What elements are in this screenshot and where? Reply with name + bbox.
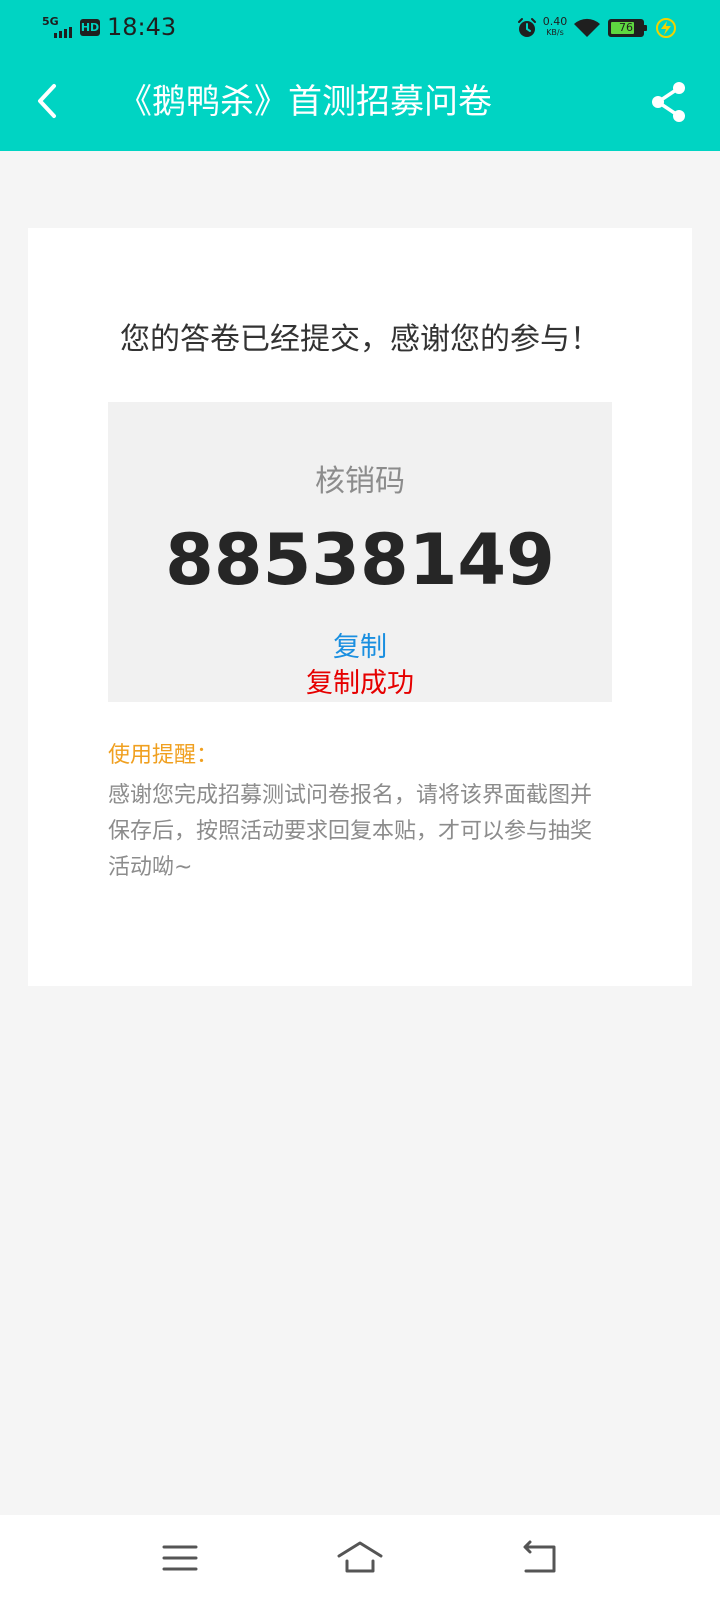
copy-button[interactable]: 复制 bbox=[310, 630, 410, 666]
status-time: 18:43 bbox=[107, 13, 177, 41]
chevron-left-icon bbox=[38, 84, 56, 118]
menu-button[interactable] bbox=[155, 1535, 205, 1581]
share-button[interactable] bbox=[648, 80, 688, 124]
back-button[interactable] bbox=[28, 78, 68, 124]
charging-icon bbox=[656, 18, 676, 38]
nav-back-button[interactable] bbox=[516, 1535, 566, 1581]
net-speed: 0.40 KB/s bbox=[542, 16, 568, 38]
network-type: 5G bbox=[42, 15, 59, 28]
code-value: 88538149 bbox=[165, 519, 555, 601]
reminder-text: 感谢您完成招募测试问卷报名，请将该界面截图并保存后，按照活动要求回复本贴，才可以… bbox=[108, 783, 593, 880]
alarm-icon bbox=[518, 18, 536, 37]
result-card: 您的答卷已经提交，感谢您的参与！ 核销码 88538149 复制 复制成功 使用… bbox=[28, 228, 692, 986]
menu-icon bbox=[162, 1545, 198, 1571]
net-speed-value: 0.40 bbox=[542, 15, 568, 28]
signal-icon: 5G bbox=[42, 16, 74, 38]
battery-level: 76 bbox=[619, 21, 633, 34]
hd-badge: HD bbox=[80, 19, 100, 36]
code-label: 核销码 bbox=[315, 464, 405, 499]
system-nav-bar bbox=[0, 1515, 720, 1600]
copy-success-message: 复制成功 bbox=[306, 668, 414, 699]
home-button[interactable] bbox=[335, 1535, 385, 1581]
thanks-message: 您的答卷已经提交，感谢您的参与！ bbox=[120, 322, 600, 357]
share-icon bbox=[652, 82, 685, 122]
back-icon bbox=[523, 1540, 556, 1573]
page-title: 《鹅鸭杀》首测招募问卷 bbox=[118, 82, 492, 122]
status-bar: 5G HD 18:43 0.40 KB/s 76 bbox=[0, 0, 720, 56]
home-icon bbox=[337, 1541, 383, 1573]
net-speed-unit: KB/s bbox=[546, 28, 564, 37]
wifi-icon bbox=[574, 18, 600, 37]
title-bar: 《鹅鸭杀》首测招募问卷 bbox=[0, 56, 720, 151]
battery-icon: 76 bbox=[608, 19, 647, 37]
reminder-title: 使用提醒： bbox=[108, 743, 219, 768]
redemption-code-box: 核销码 88538149 复制 复制成功 bbox=[108, 402, 612, 702]
